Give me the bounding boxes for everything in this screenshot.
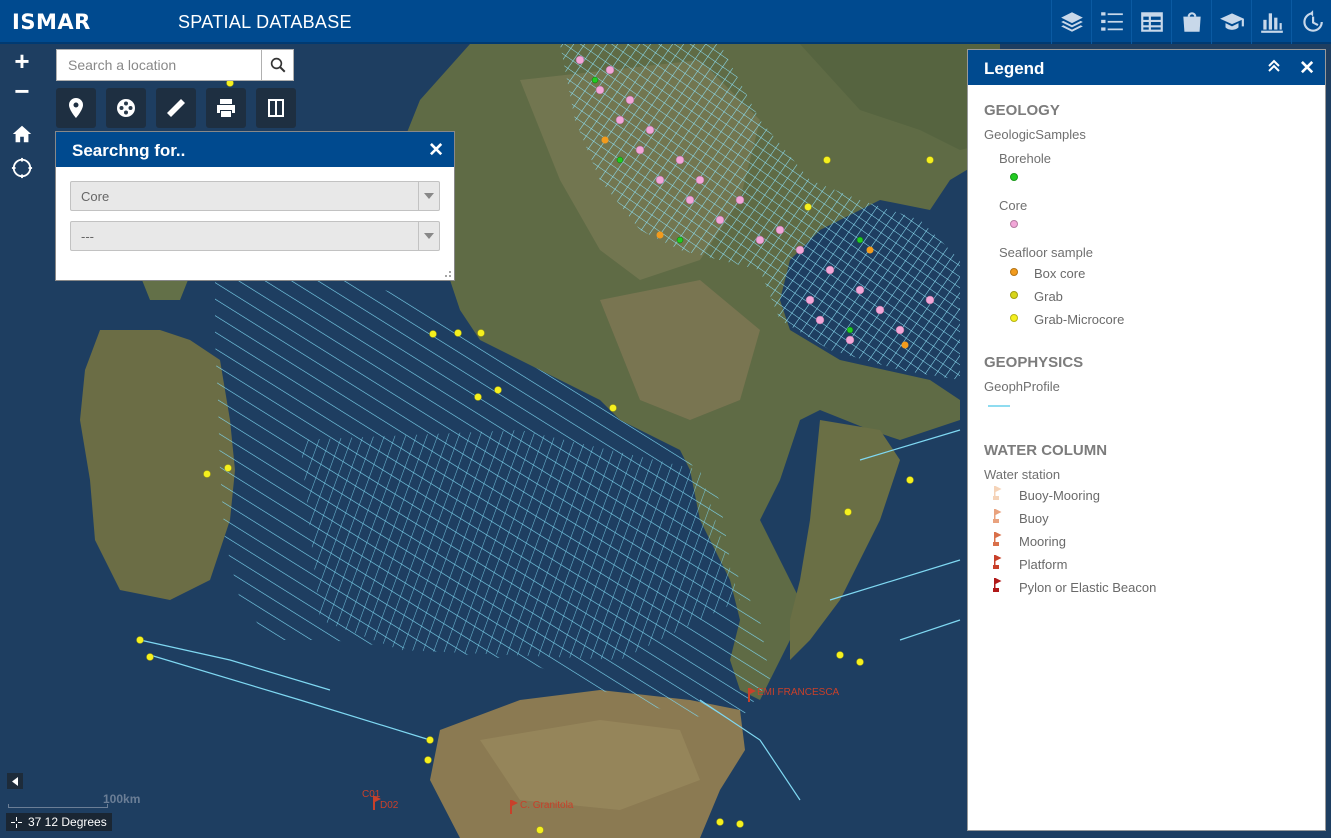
attribute-table-button[interactable] bbox=[1131, 0, 1171, 44]
layers-button[interactable] bbox=[1051, 0, 1091, 44]
table-icon bbox=[1140, 12, 1163, 32]
legend-layer-water-station: Water station bbox=[984, 467, 1061, 482]
legend-group-borehole: Borehole bbox=[999, 151, 1052, 166]
crosshair-icon bbox=[11, 817, 22, 828]
search-button[interactable] bbox=[261, 50, 293, 80]
scale-label: 100km bbox=[103, 792, 141, 806]
map-label-c01: C01 bbox=[362, 789, 381, 800]
search-icon bbox=[270, 57, 285, 73]
chart-icon bbox=[1260, 13, 1283, 33]
search-panel: Searchng for.. ✕ Core --- bbox=[55, 131, 455, 281]
search-input[interactable] bbox=[57, 50, 261, 80]
media-button[interactable] bbox=[106, 88, 146, 128]
legend-section-geophysics: GEOPHYSICS bbox=[984, 354, 1084, 371]
buoy-mooring-flag-icon bbox=[993, 486, 1002, 500]
legend-item-buoy: Buoy bbox=[1019, 511, 1049, 526]
coordinates-value: 37 12 Degrees bbox=[28, 815, 107, 829]
close-icon[interactable]: ✕ bbox=[428, 139, 444, 162]
core-symbol bbox=[1010, 220, 1018, 228]
geoph-profile-symbol bbox=[988, 405, 1010, 407]
map-toolbar bbox=[56, 88, 296, 128]
filter-value: --- bbox=[81, 229, 94, 244]
mooring-flag-icon bbox=[993, 532, 1002, 546]
search-panel-title: Searchng for.. bbox=[72, 141, 186, 160]
chevron-down-icon bbox=[418, 182, 439, 210]
legend-item-pylon: Pylon or Elastic Beacon bbox=[1019, 580, 1157, 595]
history-icon bbox=[1302, 10, 1323, 32]
layers-icon bbox=[1060, 12, 1083, 32]
legend-header: Legend ✕ bbox=[968, 50, 1325, 85]
split-view-button[interactable] bbox=[256, 88, 296, 128]
locate-button[interactable] bbox=[10, 156, 34, 180]
basemap-button[interactable] bbox=[1171, 0, 1211, 44]
legend-item-mooring: Mooring bbox=[1019, 534, 1066, 549]
grab-symbol bbox=[1010, 291, 1018, 299]
legend-section-water-column: WATER COLUMN bbox=[984, 442, 1108, 459]
legend-layer-geoph-profile: GeophProfile bbox=[984, 379, 1060, 394]
close-icon[interactable]: ✕ bbox=[1299, 57, 1315, 80]
platform-flag-icon bbox=[993, 555, 1002, 569]
print-button[interactable] bbox=[206, 88, 246, 128]
legend-item-grab-microcore: Grab-Microcore bbox=[1034, 312, 1125, 327]
locate-icon bbox=[11, 157, 33, 179]
basemap-icon bbox=[1182, 12, 1201, 32]
print-icon bbox=[217, 99, 235, 117]
filter-select[interactable]: --- bbox=[70, 221, 440, 251]
legend-title: Legend bbox=[984, 59, 1045, 78]
app-header: ISMAR SPATIAL DATABASE bbox=[0, 0, 1331, 44]
map-label-c-granitola: C. Granitola bbox=[520, 800, 574, 811]
legend-section-geology: GEOLOGY bbox=[984, 102, 1060, 119]
borehole-symbol bbox=[1010, 173, 1018, 181]
legend-list-icon bbox=[1100, 12, 1123, 31]
zoom-in-button[interactable]: + bbox=[6, 48, 38, 76]
measure-button[interactable] bbox=[156, 88, 196, 128]
app-name: ISMAR bbox=[12, 10, 91, 34]
sample-type-select[interactable]: Core bbox=[70, 181, 440, 211]
app-subtitle: SPATIAL DATABASE bbox=[178, 12, 352, 32]
ruler-icon bbox=[167, 99, 185, 117]
collapse-icon[interactable] bbox=[1267, 59, 1281, 73]
history-button[interactable] bbox=[1291, 0, 1331, 44]
film-reel-icon bbox=[117, 99, 135, 117]
box-core-symbol bbox=[1010, 268, 1018, 276]
legend-panel: Legend ✕ GEOLOGY GeologicSamples Borehol… bbox=[967, 49, 1326, 831]
split-view-icon bbox=[268, 99, 284, 117]
legend-item-grab: Grab bbox=[1034, 289, 1063, 304]
coordinates-display: 37 12 Degrees bbox=[6, 813, 112, 831]
map-label-emi-francesca: EMI FRANCESCA bbox=[757, 687, 840, 698]
legend-item-buoy-mooring: Buoy-Mooring bbox=[1019, 488, 1100, 503]
chevron-left-icon bbox=[12, 776, 18, 786]
chart-button[interactable] bbox=[1251, 0, 1291, 44]
buoy-flag-icon bbox=[993, 509, 1002, 523]
education-button[interactable] bbox=[1211, 0, 1251, 44]
header-toolbar bbox=[1051, 0, 1331, 44]
chevron-down-icon bbox=[418, 222, 439, 250]
legend-group-seafloor: Seafloor sample bbox=[999, 245, 1093, 260]
home-icon bbox=[12, 125, 32, 143]
identify-button[interactable] bbox=[56, 88, 96, 128]
scale-bar bbox=[8, 804, 108, 808]
sample-type-value: Core bbox=[81, 189, 110, 204]
education-icon bbox=[1219, 13, 1244, 30]
legend-button[interactable] bbox=[1091, 0, 1131, 44]
grab-microcore-symbol bbox=[1010, 314, 1018, 322]
resize-handle-icon[interactable] bbox=[444, 270, 452, 278]
expand-panel-button[interactable] bbox=[7, 773, 23, 789]
legend-item-box-core: Box core bbox=[1034, 266, 1086, 281]
search-panel-header: Searchng for.. ✕ bbox=[56, 132, 454, 167]
location-pin-icon bbox=[69, 98, 83, 118]
location-search bbox=[56, 49, 294, 81]
legend-group-core: Core bbox=[999, 198, 1028, 213]
map-label-d02: D02 bbox=[380, 800, 399, 811]
home-button[interactable] bbox=[10, 122, 34, 146]
pylon-flag-icon bbox=[993, 578, 1002, 592]
zoom-out-button[interactable]: − bbox=[6, 78, 38, 106]
legend-item-platform: Platform bbox=[1019, 557, 1068, 572]
legend-layer-geologic-samples: GeologicSamples bbox=[984, 127, 1086, 142]
